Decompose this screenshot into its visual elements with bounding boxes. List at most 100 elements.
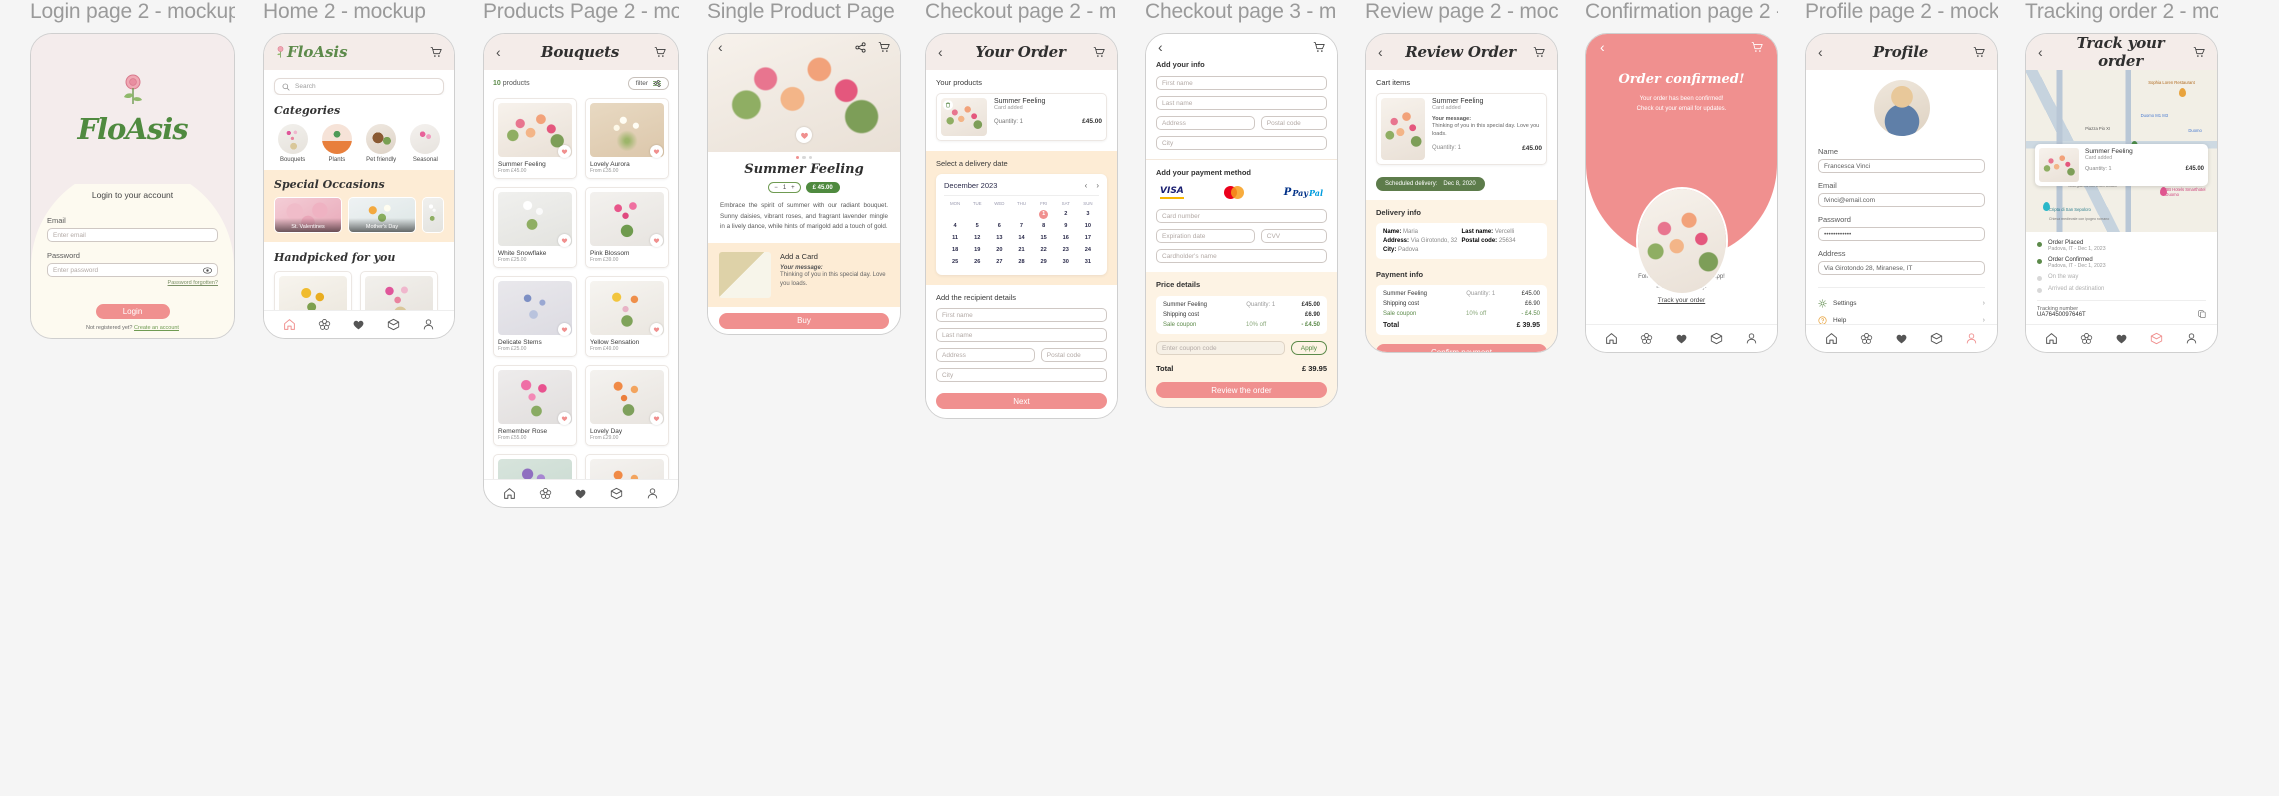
heart-icon[interactable] bbox=[574, 487, 587, 500]
home-icon[interactable] bbox=[1605, 332, 1618, 345]
back-icon[interactable]: ‹ bbox=[938, 45, 948, 59]
review-order-button[interactable]: Review the order bbox=[1156, 382, 1327, 398]
cart-icon[interactable] bbox=[1751, 41, 1763, 53]
address-input[interactable]: Via Girotondo 28, Miranese, IT bbox=[1818, 261, 1985, 275]
share-icon[interactable] bbox=[855, 41, 866, 53]
product-card[interactable]: Remember Rose From £55.00 bbox=[493, 365, 577, 446]
calendar-day[interactable]: 19 bbox=[966, 246, 988, 255]
quantity-stepper[interactable]: − 1 + bbox=[768, 182, 801, 194]
favorite-icon[interactable] bbox=[558, 412, 571, 425]
calendar-prev-button[interactable]: ‹ bbox=[1085, 181, 1088, 190]
calendar-day-selected[interactable]: 1 bbox=[1039, 210, 1049, 219]
email-input[interactable]: fvinci@email.com bbox=[1818, 193, 1985, 207]
calendar-day[interactable]: 6 bbox=[988, 222, 1010, 231]
card-number-input[interactable]: Card number bbox=[1156, 209, 1327, 223]
calendar-day[interactable]: 10 bbox=[1077, 222, 1099, 231]
calendar-day[interactable]: 3 bbox=[1077, 210, 1099, 219]
calendar-day[interactable]: 20 bbox=[988, 246, 1010, 255]
cart-icon[interactable] bbox=[1093, 46, 1105, 58]
calendar-day[interactable]: 17 bbox=[1077, 234, 1099, 243]
carousel-dot-active[interactable] bbox=[795, 156, 800, 160]
city-input[interactable]: City bbox=[1156, 136, 1327, 150]
password-input[interactable]: •••••••••••• bbox=[1818, 227, 1985, 241]
search-input[interactable]: Search bbox=[274, 78, 444, 95]
recipient-postal-input[interactable]: Postal code bbox=[1040, 348, 1107, 362]
calendar-day[interactable]: 13 bbox=[988, 234, 1010, 243]
eye-icon[interactable] bbox=[203, 266, 212, 274]
login-button[interactable]: Login bbox=[95, 304, 170, 319]
calendar-day[interactable]: 4 bbox=[944, 222, 966, 231]
calendar-next-button[interactable]: › bbox=[1096, 181, 1099, 190]
calendar-day[interactable]: 16 bbox=[1055, 234, 1077, 243]
paypal-icon[interactable]: P Pay Pal bbox=[1284, 187, 1323, 198]
carousel-dot[interactable] bbox=[808, 156, 813, 160]
product-card[interactable]: Delicate Stems From £25.00 bbox=[493, 276, 577, 357]
cart-icon[interactable] bbox=[1973, 46, 1985, 58]
cart-icon[interactable] bbox=[878, 41, 890, 53]
back-icon[interactable]: ‹ bbox=[496, 45, 506, 59]
cart-icon[interactable] bbox=[430, 46, 442, 58]
person-icon[interactable] bbox=[1745, 332, 1758, 345]
back-icon[interactable]: ‹ bbox=[2038, 45, 2048, 59]
add-card-section[interactable]: Add a Card Your message: Thinking of you… bbox=[708, 242, 900, 307]
occasion-card[interactable]: Mother's Day bbox=[348, 197, 416, 233]
back-icon[interactable]: ‹ bbox=[1818, 45, 1828, 59]
recipient-last-name-input[interactable]: Last name bbox=[936, 328, 1107, 342]
person-icon[interactable] bbox=[646, 487, 659, 500]
map-pin-icon[interactable] bbox=[2178, 87, 2186, 97]
visa-icon[interactable]: VISA bbox=[1160, 186, 1184, 199]
first-name-input[interactable]: First name bbox=[1156, 76, 1327, 90]
apply-coupon-button[interactable]: Apply bbox=[1290, 341, 1327, 355]
calendar-day[interactable]: 28 bbox=[1010, 258, 1032, 267]
occasion-card[interactable]: St. Valentines bbox=[274, 197, 342, 233]
box-icon[interactable] bbox=[1710, 332, 1723, 345]
delete-icon[interactable] bbox=[943, 100, 953, 110]
flower-icon[interactable] bbox=[1640, 332, 1653, 345]
expiration-date-input[interactable]: Expiration date bbox=[1156, 229, 1255, 243]
calendar-day[interactable]: 12 bbox=[966, 234, 988, 243]
product-card[interactable]: Passionately you From £45.00 bbox=[585, 454, 669, 479]
flower-icon[interactable] bbox=[1860, 332, 1873, 345]
calendar-day[interactable]: 23 bbox=[1055, 246, 1077, 255]
calendar-day[interactable]: 7 bbox=[1010, 222, 1032, 231]
track-order-link[interactable]: Track your order bbox=[1658, 297, 1705, 304]
cvv-input[interactable]: CVV bbox=[1260, 229, 1327, 243]
box-icon[interactable] bbox=[387, 318, 400, 331]
carousel-dot[interactable] bbox=[802, 156, 806, 160]
flower-icon[interactable] bbox=[2080, 332, 2093, 345]
calendar-day[interactable]: 30 bbox=[1055, 258, 1077, 267]
calendar-day[interactable]: 5 bbox=[966, 222, 988, 231]
heart-icon[interactable] bbox=[1895, 332, 1908, 345]
heart-icon[interactable] bbox=[352, 318, 365, 331]
product-card[interactable]: Summer Feeling From £45.00 bbox=[493, 98, 577, 179]
favorite-icon[interactable] bbox=[558, 323, 571, 336]
occasion-card[interactable] bbox=[422, 197, 444, 233]
product-card[interactable]: White Snowflake From £25.00 bbox=[493, 187, 577, 268]
create-account-link[interactable]: Create an account bbox=[134, 325, 179, 331]
favorite-icon[interactable] bbox=[650, 145, 663, 158]
person-icon[interactable] bbox=[2185, 332, 2198, 345]
calendar-day[interactable]: 24 bbox=[1077, 246, 1099, 255]
heart-icon[interactable] bbox=[2115, 332, 2128, 345]
coupon-input[interactable]: Enter coupon code bbox=[1156, 341, 1285, 355]
calendar-day[interactable]: 15 bbox=[1033, 234, 1055, 243]
calendar-day[interactable]: 25 bbox=[944, 258, 966, 267]
email-input[interactable]: Enter email bbox=[47, 228, 218, 242]
favorite-icon[interactable] bbox=[558, 145, 571, 158]
recipient-address-input[interactable]: Address bbox=[936, 348, 1035, 362]
calendar-day[interactable]: 22 bbox=[1033, 246, 1055, 255]
confirm-payment-button[interactable]: Confirm payment bbox=[1376, 344, 1547, 352]
favorite-icon[interactable] bbox=[650, 323, 663, 336]
category-item[interactable]: Pet friendly bbox=[363, 124, 400, 163]
flower-icon[interactable] bbox=[539, 487, 552, 500]
favorite-icon[interactable] bbox=[650, 412, 663, 425]
box-icon[interactable] bbox=[610, 487, 623, 500]
back-icon[interactable]: ‹ bbox=[1600, 40, 1605, 54]
quantity-plus-button[interactable]: + bbox=[791, 185, 795, 191]
home-icon[interactable] bbox=[1825, 332, 1838, 345]
calendar-day[interactable]: 27 bbox=[988, 258, 1010, 267]
name-input[interactable]: Francesca Vinci bbox=[1818, 159, 1985, 173]
favorite-icon[interactable] bbox=[796, 127, 812, 143]
back-icon[interactable]: ‹ bbox=[1378, 45, 1388, 59]
home-icon[interactable] bbox=[283, 318, 296, 331]
